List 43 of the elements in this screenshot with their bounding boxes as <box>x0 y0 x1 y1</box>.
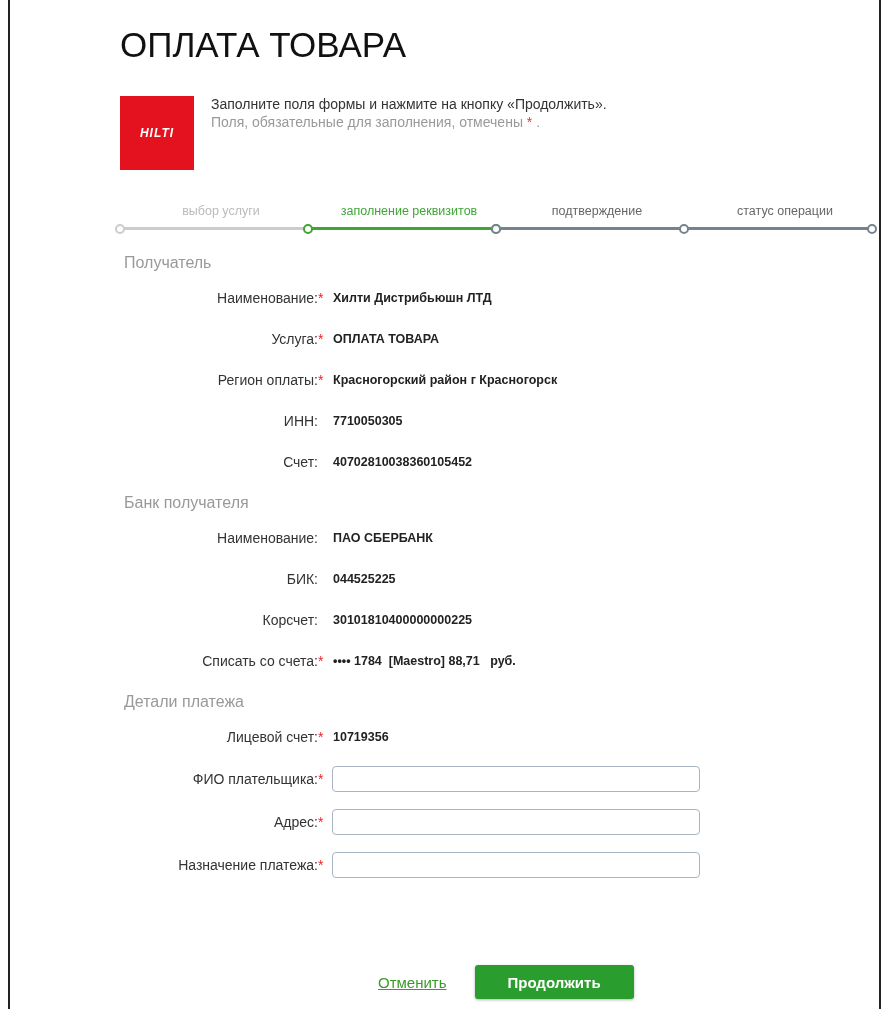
field-value: 044525225 <box>333 572 396 586</box>
field-label: БИК: <box>285 571 319 587</box>
field-value: 10719356 <box>333 730 389 744</box>
field-value: Красногорский район г Красногорск <box>333 373 558 387</box>
field-value: 7710050305 <box>333 414 403 428</box>
field-label: Лицевой счет:* <box>225 729 325 745</box>
field-value: ПАО СБЕРБАНК <box>333 531 433 545</box>
section-title: Банк получателя <box>124 494 250 513</box>
step-label: выбор услуги <box>181 204 261 220</box>
field-label: Счет: <box>282 454 319 470</box>
field-label: Назначение платежа:* <box>177 857 325 873</box>
step-label: подтверждение <box>550 204 644 220</box>
step-label: статус операции <box>736 204 834 220</box>
field-value: Хилти Дистрибьюшн ЛТД <box>333 291 492 305</box>
required-note: Поля, обязательные для заполнения, отмечены * . <box>211 114 542 130</box>
field-label: Списать со счета:* <box>201 653 325 669</box>
field-value: ОПЛАТА ТОВАРА <box>333 332 439 346</box>
section-title: Детали платежа <box>124 693 245 712</box>
step-dot <box>303 224 313 234</box>
step-dot <box>679 224 689 234</box>
step-label: заполнение реквизитов <box>339 204 479 220</box>
field-label: ФИО плательщика:* <box>191 771 325 787</box>
page-title: ОПЛАТА ТОВАРА <box>120 24 408 66</box>
field-value: 40702810038360105452 <box>333 455 473 469</box>
field-label: Корсчет: <box>261 612 319 628</box>
input-field[interactable] <box>332 809 700 835</box>
section-title: Получатель <box>124 254 213 273</box>
field-label: Услуга:* <box>270 331 325 347</box>
cancel-link[interactable]: Отменить <box>378 973 447 991</box>
field-label: Адрес:* <box>273 814 325 830</box>
input-field[interactable] <box>332 766 700 792</box>
field-label: Наименование: <box>216 530 319 546</box>
field-value: 30101810400000000225 <box>333 613 473 627</box>
input-field[interactable] <box>332 852 700 878</box>
continue-button[interactable]: Продолжить <box>474 965 634 999</box>
company-logo: HILTI <box>120 96 194 170</box>
instruction-text: Заполните поля формы и нажмите на кнопку «Продолжить». <box>211 96 607 112</box>
field-label: Регион оплаты:* <box>216 372 325 388</box>
field-label: Наименование:* <box>216 290 325 306</box>
step-dot <box>115 224 125 234</box>
step-dot <box>867 224 877 234</box>
field-value: •••• 1784 [Maestro] 88,71 руб. <box>333 654 516 668</box>
field-label: ИНН: <box>282 413 319 429</box>
